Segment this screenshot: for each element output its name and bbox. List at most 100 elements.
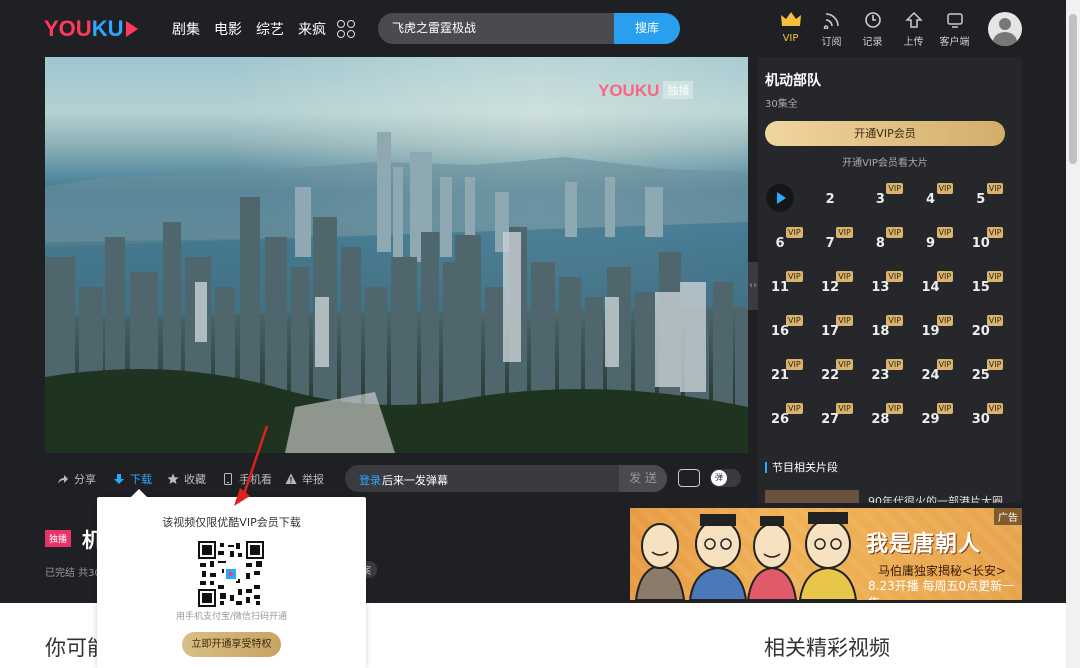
nav-item-movies[interactable]: 电影 (214, 19, 242, 39)
danmu-toggle[interactable]: 弹 (710, 469, 741, 487)
episode-21[interactable]: 21 VIP (765, 357, 815, 401)
episode-number: 6 (775, 236, 785, 251)
episode-9[interactable]: 9 VIP (916, 225, 966, 269)
episode-13[interactable]: 13 VIP (865, 269, 915, 313)
episode-16[interactable]: 16 VIP (765, 313, 815, 357)
episode-10[interactable]: 10 VIP (966, 225, 1016, 269)
episode-23[interactable]: 23 VIP (865, 357, 915, 401)
more-categories-icon[interactable] (337, 20, 355, 38)
youku-logo[interactable]: YOUKU (44, 16, 139, 42)
episode-22[interactable]: 22 VIP (815, 357, 865, 401)
share-button[interactable]: 分享 (57, 471, 96, 487)
vip-crown-icon (780, 12, 801, 26)
episode-27[interactable]: 27 VIP (815, 401, 865, 445)
popup-title: 该视频仅限优酷VIP会员下载 (162, 516, 301, 529)
vip-badge: VIP (936, 271, 954, 282)
episode-11[interactable]: 11 VIP (765, 269, 815, 313)
vip-badge: VIP (986, 271, 1004, 282)
episode-28[interactable]: 28 VIP (865, 401, 915, 445)
search-button[interactable]: 搜库 (614, 13, 680, 44)
episode-3[interactable]: 3 VIP (865, 181, 915, 225)
vip-note: 开通VIP会员看大片 (842, 158, 928, 169)
search-input[interactable] (392, 20, 612, 34)
vip-badge: VIP (836, 359, 853, 370)
episode-4[interactable]: 4 VIP (916, 181, 966, 225)
danmu-input-bar[interactable]: 登录 后来一发弹幕 发 送 (345, 465, 667, 492)
warning-icon (285, 473, 297, 484)
episode-17[interactable]: 17 VIP (815, 313, 865, 357)
episode-7[interactable]: 7 VIP (815, 225, 865, 269)
episode-29[interactable]: 29 VIP (916, 401, 966, 445)
report-button[interactable]: 举报 (285, 471, 324, 487)
episode-number: 30 (971, 412, 990, 427)
episode-30[interactable]: 30 VIP (966, 401, 1016, 445)
episode-number: 2 (825, 192, 835, 207)
episode-6[interactable]: 6 VIP (765, 225, 815, 269)
video-player[interactable]: YOUKU 独播 (45, 57, 748, 453)
episode-number: 21 (770, 368, 790, 383)
activate-vip-button[interactable]: 立即开通享受特权 (182, 632, 281, 657)
episode-number: 8 (875, 236, 885, 251)
history-label: 记录 (862, 37, 883, 48)
favorite-label: 收藏 (184, 473, 206, 486)
episode-grid: 123VIP4VIP5VIP6VIP7VIP8VIP9VIP10VIP11VIP… (765, 181, 1015, 445)
vip-badge: VIP (936, 315, 954, 326)
episode-number: 27 (821, 412, 840, 427)
danmu-send-button[interactable]: 发 送 (619, 465, 667, 492)
page-scrollbar[interactable] (1066, 0, 1080, 668)
episode-number: 10 (971, 236, 990, 251)
episode-5[interactable]: 5 VIP (966, 181, 1016, 225)
user-avatar[interactable] (988, 12, 1022, 46)
scrollbar-thumb[interactable] (1069, 14, 1077, 164)
client-label: 客户端 (939, 37, 970, 48)
episode-number: 24 (921, 368, 940, 383)
episode-19[interactable]: 19 VIP (916, 313, 966, 357)
episode-15[interactable]: 15 VIP (966, 269, 1016, 313)
episode-24[interactable]: 24 VIP (916, 357, 966, 401)
client-link[interactable]: 客户端 (934, 10, 975, 48)
episode-14[interactable]: 14 VIP (916, 269, 966, 313)
episode-number: 22 (821, 368, 840, 383)
vip-link[interactable]: VIP (770, 10, 811, 48)
share-label: 分享 (74, 473, 96, 486)
episode-25[interactable]: 25 VIP (966, 357, 1016, 401)
episode-18[interactable]: 18 VIP (865, 313, 915, 357)
episode-26[interactable]: 26 VIP (765, 401, 815, 445)
popup-hint: 用手机支付宝/微信扫码开通 (175, 612, 288, 622)
red-annotation-arrow (234, 425, 269, 506)
vip-badge: VIP (786, 227, 803, 238)
danmu-settings-icon[interactable] (678, 469, 700, 487)
player-toolbar: 分享 下载 收藏 手机看 举报 登录 后来一发弹幕 发 送 弹 (45, 453, 748, 503)
vip-badge: VIP (936, 403, 954, 414)
vip-badge: VIP (886, 271, 904, 282)
history-link[interactable]: 记录 (852, 10, 893, 48)
episode-number: 13 (871, 280, 890, 295)
download-button[interactable]: 下载 (113, 471, 152, 487)
open-vip-button[interactable]: 开通VIP会员 (765, 121, 1005, 146)
upload-icon (904, 11, 923, 28)
danmu-login-link[interactable]: 登录 (359, 472, 381, 488)
popup-arrow (131, 489, 147, 497)
nav-item-variety[interactable]: 综艺 (256, 19, 284, 39)
vip-badge: VIP (986, 359, 1004, 370)
episode-8[interactable]: 8 VIP (865, 225, 915, 269)
episode-number: 5 (976, 192, 986, 207)
subscribe-link[interactable]: 订阅 (811, 10, 852, 48)
danmu-toggle-knob: 弹 (711, 470, 727, 486)
nav-item-series[interactable]: 剧集 (172, 19, 200, 39)
episode-12[interactable]: 12 VIP (815, 269, 865, 313)
ad-banner[interactable]: 广告 我是唐朝人 马伯庸独家揭秘<长安> 8.23开播 每周五0点更新一集 (630, 508, 1022, 600)
exclusive-badge: 独播 (45, 530, 72, 547)
episode-20[interactable]: 20 VIP (966, 313, 1016, 357)
episode-2[interactable]: 2 (815, 181, 865, 225)
favorite-button[interactable]: 收藏 (167, 471, 206, 487)
clip-thumbnail[interactable] (765, 490, 859, 503)
episode-1[interactable]: 1 (765, 181, 815, 225)
clip-title[interactable]: 90年代很火的一部港片大圈 (868, 493, 1003, 503)
upload-link[interactable]: 上传 (893, 10, 934, 48)
episode-number: 23 (871, 368, 890, 383)
collapse-panel-handle[interactable]: ‹› (748, 262, 758, 310)
nav-item-laifeng[interactable]: 来疯 (298, 19, 326, 39)
show-title-panel: 机动部队 (765, 73, 821, 89)
vip-badge: VIP (886, 359, 904, 370)
